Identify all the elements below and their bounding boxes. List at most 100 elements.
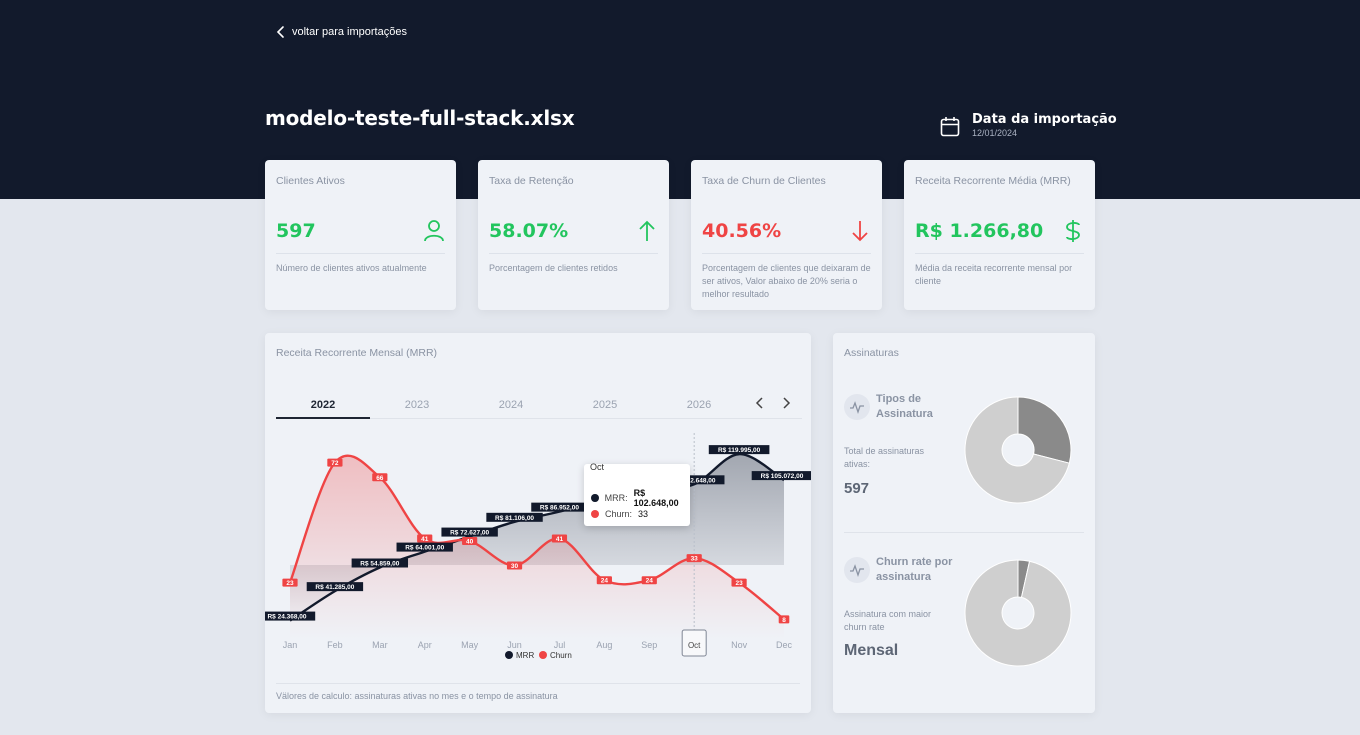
card-title: Taxa de Retenção (489, 175, 574, 187)
mrr-data-label: R$ 86.952,00 (531, 502, 588, 512)
mrr-footnote: Välores de calculo: assinaturas ativas n… (276, 691, 558, 701)
card-active-clients: Clientes Ativos 597 Número de clientes a… (265, 160, 456, 310)
card-average-mrr: Receita Recorrente Média (MRR) R$ 1.266,… (904, 160, 1095, 310)
churn-data-label: 24 (641, 576, 657, 585)
footnote-divider (276, 683, 800, 684)
card-churn-rate: Taxa de Churn de Clientes 40.56% Porcent… (691, 160, 882, 310)
highest-churn-value: Mensal (844, 642, 899, 659)
card-title: Clientes Ativos (276, 175, 345, 187)
tooltip-churn-label: Churn: (605, 509, 633, 519)
churn-by-subscription-title: Churn rate por assinatura (876, 556, 953, 583)
tooltip-month: Oct (590, 462, 605, 472)
legend-churn-label: Churn (550, 651, 572, 660)
churn-dot (591, 510, 599, 518)
churn-rate-donut (964, 559, 1072, 667)
subscription-types-donut (964, 396, 1072, 504)
churn-data-label-text: 72 (331, 460, 339, 467)
header-band (0, 0, 1360, 199)
back-link[interactable]: voltar para importações (276, 25, 407, 39)
x-tick-label: Oct (688, 641, 701, 650)
subscriptions-divider (844, 532, 1084, 533)
subscription-total-label: Total de assinaturas ativas: (844, 446, 925, 469)
arrow-down-icon (852, 221, 868, 242)
churn-data-label: 8 (778, 615, 790, 624)
churn-data-label: 30 (506, 561, 523, 570)
mrr-data-label: R$ 105.072,00 (751, 471, 811, 481)
card-title: Receita Recorrente Média (MRR) (915, 175, 1071, 187)
churn-data-label: 24 (596, 576, 612, 585)
churn-data-label-text: 23 (286, 580, 294, 587)
mrr-data-label: R$ 81.106,00 (486, 512, 543, 522)
activity-icon (844, 557, 870, 583)
churn-data-label-text: 41 (556, 536, 564, 543)
churn-data-label: 23 (282, 578, 298, 587)
x-tick-label: Aug (596, 640, 612, 650)
mrr-data-label: R$ 24.368,00 (265, 611, 316, 621)
back-link-label: voltar para importações (292, 26, 407, 38)
card-value: R$ 1.266,80 (915, 220, 1044, 242)
card-value: 597 (276, 220, 316, 242)
mrr-dot (591, 494, 599, 502)
churn-data-label-text: 41 (421, 536, 429, 543)
import-date-value: 12/01/2024 (972, 128, 1018, 138)
churn-data-label: 66 (372, 473, 388, 482)
card-title: Taxa de Churn de Clientes (702, 175, 826, 187)
churn-data-label-text: 8 (782, 617, 786, 624)
legend-churn-marker (539, 651, 547, 659)
churn-data-label-text: 24 (646, 578, 654, 585)
card-value: 40.56% (702, 220, 782, 242)
card-value: 58.07% (489, 220, 569, 242)
mrr-data-label-text: R$ 54.859,00 (360, 561, 399, 568)
dollar-icon (1066, 220, 1080, 242)
x-tick-label: Jun (507, 640, 522, 650)
x-tick-label: Jul (554, 640, 566, 650)
churn-data-label-text: 24 (601, 578, 609, 585)
user-icon (424, 220, 444, 242)
mrr-data-label-text: R$ 105.072,00 (761, 473, 804, 480)
import-date-label: Data da importação (972, 112, 1117, 127)
churn-data-label: 41 (417, 534, 433, 543)
x-tick-label: Sep (641, 640, 657, 650)
x-tick-label: Apr (418, 640, 432, 650)
activity-icon (844, 394, 870, 420)
churn-data-label: 40 (462, 537, 478, 546)
subscriptions-panel-title: Assinaturas (844, 347, 899, 359)
subscriptions-panel: Assinaturas Tipos de Assinatura Total de… (833, 333, 1095, 713)
tooltip-churn-value: 33 (638, 509, 649, 519)
calendar-icon (940, 117, 960, 137)
churn-data-label: 23 (731, 578, 747, 587)
donut-slice[interactable] (1017, 396, 1072, 464)
churn-data-label-text: 23 (735, 580, 743, 587)
page-title: modelo-teste-full-stack.xlsx (265, 106, 575, 130)
donut-slice[interactable] (964, 559, 1072, 667)
x-tick-label: Dec (776, 640, 793, 650)
x-tick-label: Feb (327, 640, 343, 650)
tooltip-churn-row: Churn: 33 (591, 509, 648, 519)
chevron-left-icon (276, 26, 284, 38)
card-retention-rate: Taxa de Retenção 58.07% Porcentagem de c… (478, 160, 669, 310)
mrr-data-label: R$ 64.001,00 (396, 542, 453, 552)
churn-data-label-text: 66 (376, 475, 384, 482)
churn-data-label: 72 (327, 458, 343, 467)
mrr-data-label-text: R$ 86.952,00 (540, 505, 579, 512)
mrr-data-label: R$ 119.995,00 (708, 445, 770, 455)
chart-tooltip: Oct MRR: R$ 102.648,00 Churn: 33 (584, 462, 690, 526)
card-description: Média da receita recorrente mensal por c… (915, 263, 1073, 286)
card-description: Porcentagem de clientes que deixaram de … (702, 263, 871, 299)
churn-data-label-text: 40 (466, 539, 474, 546)
mrr-panel: Receita Recorrente Mensal (MRR) 2022 202… (265, 333, 811, 713)
arrow-up-icon (639, 220, 655, 241)
churn-data-label: 41 (551, 534, 568, 543)
x-tick-label: May (461, 640, 479, 650)
subscription-types-title: Tipos de Assinatura (876, 393, 933, 420)
legend-mrr-marker (505, 651, 513, 659)
x-tick-label: Nov (731, 640, 748, 650)
x-tick-label: Mar (372, 640, 388, 650)
mrr-data-label: R$ 54.859,00 (351, 558, 409, 568)
mrr-data-label-text: R$ 64.001,00 (405, 545, 444, 552)
mrr-chart: R$ 24.368,00 R$ 41.285,00 R$ 54.859,00 R$ 6… (265, 433, 811, 660)
highest-churn-label: Assinatura com maior churn rate (844, 609, 932, 632)
tooltip-mrr-label: MRR: (604, 493, 628, 503)
mrr-data-label-text: R$ 24.368,00 (267, 614, 306, 621)
tooltip-mrr-value: R$ 102.648,00 (633, 488, 679, 508)
